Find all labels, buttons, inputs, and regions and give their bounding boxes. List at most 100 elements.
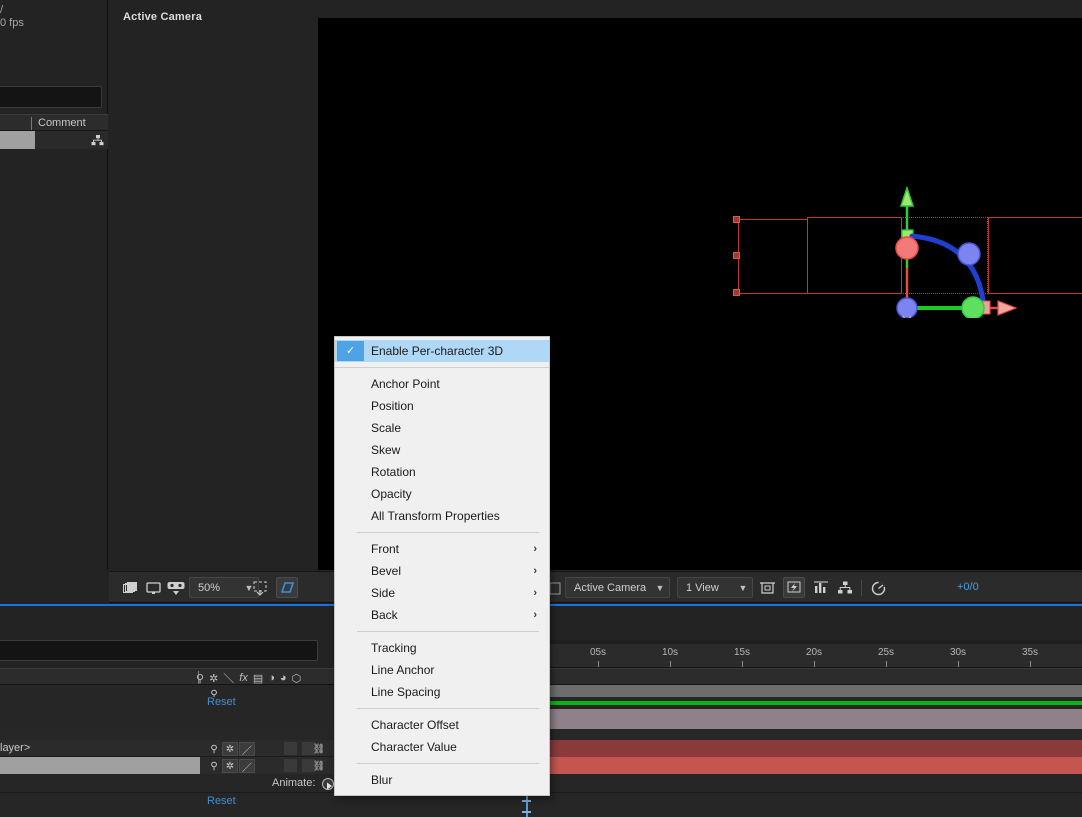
motion-blur-icon[interactable]: ◑ bbox=[268, 672, 275, 684]
reset-link[interactable]: Reset bbox=[207, 696, 236, 708]
reset-exposure-icon[interactable] bbox=[868, 579, 888, 597]
menu-item-label: Line Anchor bbox=[371, 663, 435, 677]
project-item-row[interactable] bbox=[0, 131, 108, 149]
menu-item-label: Rotation bbox=[371, 465, 416, 479]
menu-item-character-value[interactable]: Character Value bbox=[335, 736, 549, 758]
menu-item-label: Tracking bbox=[371, 641, 417, 655]
chevron-down-icon: ▼ bbox=[655, 582, 665, 593]
animator-context-menu[interactable]: ✓ Enable Per-character 3D Anchor Point Posi… bbox=[334, 336, 550, 796]
menu-item-opacity[interactable]: Opacity bbox=[335, 483, 549, 505]
ruler-tick-mark bbox=[598, 661, 599, 667]
collapse-transform-toggle[interactable]: ✲ bbox=[222, 742, 238, 756]
menu-item-label: Bevel bbox=[371, 564, 402, 578]
shy-toggle[interactable]: ⚲ bbox=[206, 742, 222, 756]
timeline-row[interactable]: Reset bbox=[0, 793, 1082, 817]
menu-item-line-spacing[interactable]: Line Spacing bbox=[335, 681, 549, 703]
menu-separator bbox=[357, 631, 539, 632]
playhead-marker bbox=[522, 800, 531, 802]
show-snapshot-icon[interactable] bbox=[143, 579, 163, 597]
fast-previews-button[interactable] bbox=[783, 577, 805, 598]
menu-separator bbox=[357, 708, 539, 709]
menu-item-line-anchor[interactable]: Line Anchor bbox=[335, 659, 549, 681]
timeline-graph-icon[interactable] bbox=[811, 579, 831, 597]
adjustment-layer-icon[interactable]: ◕ bbox=[280, 672, 287, 684]
chevron-right-icon: › bbox=[533, 543, 537, 555]
menu-item-skew[interactable]: Skew bbox=[335, 439, 549, 461]
collapse-transform-icon[interactable]: ✲ bbox=[209, 672, 218, 685]
zoom-level-select[interactable]: 50% ▼ bbox=[189, 577, 259, 598]
motion-blur-toggle[interactable] bbox=[284, 759, 297, 772]
check-icon: ✓ bbox=[337, 341, 364, 361]
ruler-tick-label: 35s bbox=[1021, 647, 1039, 658]
menu-item-enable-per-character-3d[interactable]: ✓ Enable Per-character 3D bbox=[335, 340, 549, 362]
menu-item-tracking[interactable]: Tracking bbox=[335, 637, 549, 659]
column-divider bbox=[31, 117, 32, 130]
menu-item-label: Blur bbox=[371, 773, 393, 787]
three-d-layer-icon[interactable]: ⬡ bbox=[292, 672, 302, 685]
menu-item-label: Side bbox=[371, 586, 396, 600]
view-layout-value: 1 View bbox=[686, 581, 719, 594]
ruler-tick-label: 30s bbox=[949, 647, 967, 658]
three-d-transform-gizmo[interactable] bbox=[688, 158, 1018, 318]
shy-toggle[interactable]: ⚲ bbox=[206, 759, 222, 773]
parent-pickwhip-icon[interactable]: ⛓ bbox=[311, 759, 327, 773]
ruler-tick-label: 20s bbox=[805, 647, 823, 658]
menu-item-anchor-point[interactable]: Anchor Point bbox=[335, 373, 549, 395]
comp-flowchart-icon[interactable] bbox=[91, 134, 104, 146]
layer-duration-bar[interactable] bbox=[548, 709, 1082, 729]
transparency-grid-toggle[interactable] bbox=[276, 577, 298, 598]
menu-item-all-transform-properties[interactable]: All Transform Properties bbox=[335, 505, 549, 527]
quality-toggle[interactable]: ／ bbox=[239, 759, 255, 774]
collapse-transform-toggle[interactable]: ✲ bbox=[222, 759, 238, 773]
menu-item-label: Front bbox=[371, 542, 400, 556]
quality-toggle[interactable]: ／ bbox=[239, 742, 255, 757]
menu-item-bevel[interactable]: Bevel › bbox=[335, 560, 549, 582]
anchor-point-handle bbox=[896, 297, 918, 318]
menu-item-position[interactable]: Position bbox=[335, 395, 549, 417]
ruler-tick-label: 15s bbox=[733, 647, 751, 658]
motion-blur-toggle[interactable] bbox=[284, 742, 297, 755]
menu-item-rotation[interactable]: Rotation bbox=[335, 461, 549, 483]
menu-item-label: Skew bbox=[371, 443, 401, 457]
menu-item-blur[interactable]: Blur bbox=[335, 769, 549, 791]
region-of-interest-icon[interactable] bbox=[250, 579, 270, 597]
animate-menu-button[interactable] bbox=[322, 778, 334, 790]
menu-item-side[interactable]: Side › bbox=[335, 582, 549, 604]
project-item-selected-cell[interactable] bbox=[0, 131, 35, 149]
ruler-tick-mark bbox=[814, 661, 815, 667]
view-layout-select[interactable]: 1 View ▼ bbox=[677, 577, 753, 598]
menu-item-label: Back bbox=[371, 608, 398, 622]
menu-item-front[interactable]: Front › bbox=[335, 538, 549, 560]
menu-item-back[interactable]: Back › bbox=[335, 604, 549, 626]
shy-icon[interactable]: ⚲ bbox=[196, 672, 204, 685]
take-snapshot-icon[interactable] bbox=[120, 579, 140, 597]
project-fps-text: / 0 fps bbox=[0, 4, 24, 29]
ruler-tick-mark bbox=[670, 661, 671, 667]
menu-item-character-offset[interactable]: Character Offset bbox=[335, 714, 549, 736]
layer-duration-bar-selected[interactable] bbox=[548, 757, 1082, 774]
exposure-value[interactable]: +0/0 bbox=[957, 581, 979, 593]
menu-item-scale[interactable]: Scale bbox=[335, 417, 549, 439]
frame-blend-icon[interactable]: ▤ bbox=[253, 672, 263, 685]
ruler-tick-label: 05s bbox=[589, 647, 607, 658]
y-rotation-handle bbox=[961, 296, 985, 318]
menu-separator bbox=[357, 532, 539, 533]
comp-flowchart-icon[interactable] bbox=[835, 579, 855, 597]
layer-duration-bar[interactable] bbox=[548, 685, 1082, 697]
quality-icon[interactable]: ＼ bbox=[223, 670, 234, 686]
pixel-aspect-correction-icon[interactable] bbox=[757, 579, 777, 597]
fx-icon[interactable]: fx bbox=[239, 672, 248, 684]
timeline-search-input[interactable] bbox=[0, 640, 318, 661]
selected-layer-name-cell[interactable] bbox=[0, 757, 200, 774]
show-channel-icon[interactable] bbox=[166, 579, 186, 597]
reset-link[interactable]: Reset bbox=[207, 795, 236, 807]
camera-view-select[interactable]: Active Camera ▼ bbox=[565, 577, 670, 598]
menu-item-label: Character Value bbox=[371, 740, 457, 754]
timeline-ruler[interactable]: 05s 10s 15s 20s 25s 30s 35s bbox=[520, 644, 1082, 668]
property-value-line[interactable] bbox=[548, 701, 1082, 705]
parent-pickwhip-icon[interactable]: ⛓ bbox=[311, 742, 327, 756]
viewer-tab-label[interactable]: Active Camera bbox=[123, 11, 202, 23]
playhead-marker bbox=[522, 811, 531, 813]
layer-duration-bar[interactable] bbox=[548, 740, 1082, 757]
ruler-tick-mark bbox=[742, 661, 743, 667]
